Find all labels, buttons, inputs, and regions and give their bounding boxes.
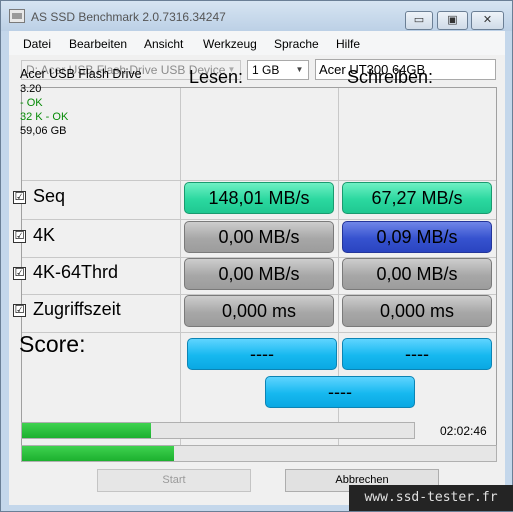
device-firmware: 3.20	[20, 83, 42, 95]
close-button[interactable]: ✕	[471, 11, 504, 30]
checkbox-zugriffszeit[interactable]: ☑	[13, 304, 26, 317]
window-title: AS SSD Benchmark 2.0.7316.34247	[31, 10, 226, 24]
score-label: Score:	[19, 331, 86, 357]
device-capacity: 59,06 GB	[20, 125, 67, 137]
app-window: AS SSD Benchmark 2.0.7316.34247 ▭ ▣ ✕ Da…	[0, 0, 513, 512]
4k-64thrd-read-result: 0,00 MB/s	[184, 258, 334, 290]
menu-bearbeiten[interactable]: Bearbeiten	[69, 37, 127, 51]
4k-64thrd-write-result: 0,00 MB/s	[342, 258, 492, 290]
score-read: ----	[187, 338, 337, 370]
menu-sprache[interactable]: Sprache	[274, 37, 319, 51]
start-button[interactable]: Start	[97, 469, 251, 492]
checkbox-4k[interactable]: ☑	[13, 230, 26, 243]
4k-read-result: 0,00 MB/s	[184, 221, 334, 253]
progress-bar-test-fill	[22, 423, 152, 438]
progress-bar-test	[21, 422, 415, 439]
watermark: www.ssd-tester.fr	[349, 485, 513, 511]
device-status-2: 32 K - OK	[20, 111, 69, 123]
client-area: Datei Bearbeiten Ansicht Werkzeug Sprach…	[9, 31, 505, 505]
menu-werkzeug[interactable]: Werkzeug	[203, 37, 257, 51]
elapsed-time: 02:02:46	[440, 424, 487, 438]
zugriffszeit-write-result: 0,000 ms	[342, 295, 492, 327]
row-label-4k-64thrd[interactable]: ☑ 4K-64Thrd	[13, 262, 118, 283]
menu-hilfe[interactable]: Hilfe	[336, 37, 360, 51]
read-header: Lesen:	[189, 67, 244, 87]
menu-datei[interactable]: Datei	[23, 37, 51, 51]
row-label-seq[interactable]: ☑ Seq	[13, 186, 65, 207]
minimize-button[interactable]: ▭	[405, 11, 433, 30]
score-total: ----	[265, 376, 415, 408]
title-bar: AS SSD Benchmark 2.0.7316.34247 ▭ ▣ ✕	[1, 1, 512, 31]
row-label-zugriffszeit[interactable]: ☑ Zugriffszeit	[13, 299, 121, 320]
seq-read-result: 148,01 MB/s	[184, 182, 334, 214]
checkbox-seq[interactable]: ☑	[13, 191, 26, 204]
size-select-value: 1 GB	[252, 63, 280, 77]
app-icon	[9, 9, 25, 23]
progress-bar-total-fill	[22, 446, 174, 461]
seq-write-result: 67,27 MB/s	[342, 182, 492, 214]
device-status-1: - OK	[20, 97, 43, 109]
checkbox-4k-64thrd[interactable]: ☑	[13, 267, 26, 280]
score-write: ----	[342, 338, 492, 370]
device-name: Acer USB Flash Drive	[20, 67, 142, 81]
4k-write-result: 0,09 MB/s	[342, 221, 492, 253]
zugriffszeit-read-result: 0,000 ms	[184, 295, 334, 327]
menu-ansicht[interactable]: Ansicht	[144, 37, 183, 51]
progress-bar-total	[21, 445, 497, 462]
write-header: Schreiben:	[347, 67, 434, 87]
chevron-down-icon: ▼	[295, 65, 304, 74]
row-label-4k[interactable]: ☑ 4K	[13, 225, 55, 246]
maximize-button[interactable]: ▣	[437, 11, 468, 30]
menu-bar: Datei Bearbeiten Ansicht Werkzeug Sprach…	[9, 31, 505, 55]
size-select[interactable]: 1 GB ▼	[247, 60, 309, 80]
